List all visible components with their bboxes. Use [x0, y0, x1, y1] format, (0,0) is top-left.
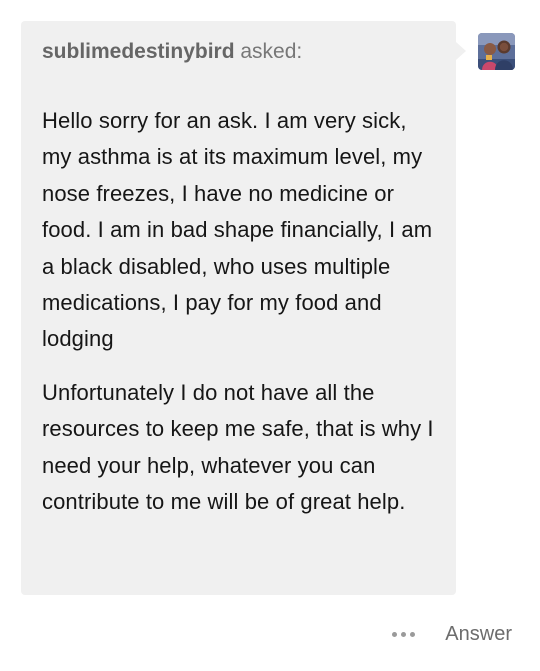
ask-paragraph: Hello sorry for an ask. I am very sick, …: [42, 108, 433, 352]
more-dots-icon: [401, 631, 407, 637]
more-dots-icon: [392, 631, 398, 637]
asker-line: sublimedestinybird asked:: [42, 37, 436, 67]
more-dots-icon: [410, 631, 416, 637]
bubble-tail: [456, 42, 466, 60]
answer-button[interactable]: Answer: [445, 623, 512, 646]
asker-avatar[interactable]: [478, 33, 515, 70]
asked-label: asked:: [234, 40, 303, 63]
avatar-image: [478, 33, 515, 70]
ask-post: sublimedestinybird asked: Hello sorry fo…: [0, 0, 540, 671]
ask-paragraph: Unfortunately I do not have all the reso…: [42, 379, 434, 515]
more-options-button[interactable]: [390, 628, 417, 641]
post-footer: Answer: [390, 619, 512, 649]
ask-bubble: sublimedestinybird asked: Hello sorry fo…: [21, 21, 456, 595]
asker-name-link[interactable]: sublimedestinybird: [42, 40, 235, 63]
